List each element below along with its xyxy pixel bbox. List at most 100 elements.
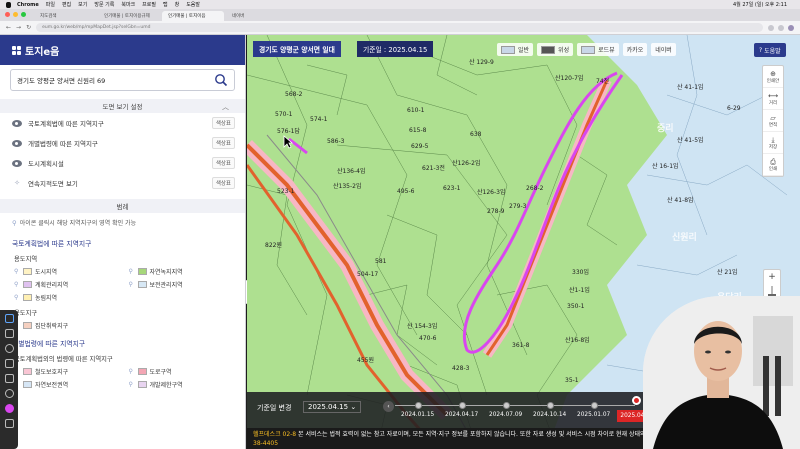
forward-icon[interactable]: → xyxy=(16,24,21,31)
zoom-in-button[interactable]: + xyxy=(768,272,776,282)
menu-item[interactable]: Chrome xyxy=(17,2,39,8)
tool-print-plan[interactable]: ⊕ 인쇄안 xyxy=(763,66,783,88)
plus-circle-icon: ⊕ xyxy=(770,69,776,78)
close-window-icon[interactable] xyxy=(5,12,10,17)
tool-print[interactable]: ⎙ 인쇄 xyxy=(763,154,783,176)
parcel-label: 428-3 xyxy=(452,365,470,372)
tool-area[interactable]: ▱ 면적 xyxy=(763,110,783,132)
back-icon[interactable]: ← xyxy=(6,24,11,31)
map-type-roadview[interactable]: 로드뷰 xyxy=(577,43,619,56)
annotation-toolbar xyxy=(0,310,18,449)
menu-item[interactable]: 방문 기록 xyxy=(94,1,114,8)
parcel-label: 350-1 xyxy=(567,303,585,310)
pin-icon[interactable]: ⚲ xyxy=(129,368,135,375)
settings-tool-icon[interactable] xyxy=(4,419,14,428)
color-table-button[interactable]: 색상표 xyxy=(211,157,235,169)
map-type-satellite[interactable]: 위성 xyxy=(537,43,574,56)
pin-icon[interactable]: ⚲ xyxy=(129,381,135,388)
timeline-point[interactable] xyxy=(459,402,466,409)
line-tool-icon[interactable] xyxy=(4,329,14,338)
search-icon[interactable] xyxy=(214,73,228,87)
legend-subtitle: 용도지역 xyxy=(14,256,38,263)
view-settings-header[interactable]: 도면 보기 설정 ︿ xyxy=(0,99,245,113)
tool-save[interactable]: ⤓ 저장 xyxy=(763,132,783,154)
mouse-cursor-icon xyxy=(283,135,293,149)
legend-item[interactable]: ⚲ 보전관리지역 xyxy=(129,279,232,290)
layer-row[interactable]: 도시계획시설 색상표 xyxy=(0,153,245,173)
parcel-label: 35-1 xyxy=(565,377,579,384)
address-search-input[interactable]: 경기도 양평군 양서면 신원리 69 xyxy=(10,69,235,91)
timeline-current-point[interactable] xyxy=(632,396,641,405)
menu-item[interactable]: 보기 xyxy=(78,1,87,8)
color-table-button[interactable]: 색상표 xyxy=(211,137,235,149)
eye-icon[interactable] xyxy=(12,139,22,147)
timeline-point[interactable] xyxy=(503,402,510,409)
pin-icon[interactable]: ⚲ xyxy=(14,281,20,288)
timeline-point[interactable] xyxy=(591,402,598,409)
pin-icon[interactable]: ⚲ xyxy=(129,281,135,288)
legend-item[interactable]: ⚲ 자연녹지지역 xyxy=(129,266,232,277)
tab-naver[interactable]: 네이버 xyxy=(226,11,288,21)
address-bar[interactable]: eum.go.kr/web/mp/mpMapDet.jsp?selGbn=umd xyxy=(36,23,763,32)
eye-icon[interactable] xyxy=(12,159,22,167)
menu-item[interactable]: 프로필 xyxy=(142,1,156,8)
color-swatch xyxy=(23,268,32,275)
parcel-label: 629-5 xyxy=(411,143,429,150)
pin-icon[interactable]: ⚲ xyxy=(129,268,135,275)
parcel-label: 361-8 xyxy=(512,342,530,349)
timeline-point[interactable] xyxy=(415,402,422,409)
color-table-button[interactable]: 색상표 xyxy=(211,117,235,129)
lasso-tool-icon[interactable] xyxy=(4,314,14,323)
eraser-tool-icon[interactable] xyxy=(4,374,14,383)
date-select[interactable]: 2025.04.15 ⌄ xyxy=(303,401,362,413)
extension-icon[interactable] xyxy=(778,24,784,31)
timeline-point[interactable] xyxy=(547,402,554,409)
legend-item[interactable]: ⚲ 집단취락지구 xyxy=(14,320,119,331)
legend-subtitle: 국토계획법외의 법령에 따른 지역지구 xyxy=(14,356,113,363)
minimize-window-icon[interactable] xyxy=(13,12,18,17)
map-type-naver[interactable]: 네이버 xyxy=(651,43,676,56)
menu-item[interactable]: 도움말 xyxy=(186,1,200,8)
reload-icon[interactable]: ↻ xyxy=(26,24,31,31)
map-type-general[interactable]: 일반 xyxy=(497,43,534,56)
maximize-window-icon[interactable] xyxy=(21,12,26,17)
profile-avatar[interactable] xyxy=(788,24,794,31)
layer-row[interactable]: 국토계획법에 따른 지역지구 색상표 xyxy=(0,113,245,133)
menu-item[interactable]: 파일 xyxy=(46,1,55,8)
eye-icon[interactable] xyxy=(12,119,22,127)
text-tool-icon[interactable] xyxy=(4,359,14,368)
logo[interactable]: 토지e음 xyxy=(25,43,59,58)
extension-icon[interactable] xyxy=(768,24,774,31)
tab-map-search[interactable]: 지도검색 xyxy=(34,11,96,21)
map-type-kakao[interactable]: 카카오 xyxy=(622,43,648,56)
tab-land-regulation[interactable]: 인기매물 | 토지이용규제 xyxy=(98,11,160,21)
layer-row[interactable]: ✧ 연속지적도면 보기 색상표 xyxy=(0,173,245,193)
pen-color-icon[interactable] xyxy=(4,404,14,413)
color-table-button[interactable]: 색상표 xyxy=(211,177,235,189)
tab-land-eum[interactable]: 인기매물 | 토지이음 xyxy=(162,11,224,21)
legend-item[interactable]: ⚲ 자연보전권역 xyxy=(14,379,117,390)
parcel-label: 504-17 xyxy=(357,271,379,278)
circle-tool-icon[interactable] xyxy=(4,344,14,353)
help-button[interactable]: ? 도움말 xyxy=(754,43,786,57)
legend-item[interactable]: ⚲ 철도보호지구 xyxy=(14,366,117,377)
layer-row[interactable]: 개별법령에 따른 지역지구 색상표 xyxy=(0,133,245,153)
legend-item[interactable]: ⚲ 도로구역 xyxy=(129,366,232,377)
parcel-label: 623-1 xyxy=(443,185,461,192)
chevron-up-icon[interactable]: ︿ xyxy=(222,102,229,112)
menu-item[interactable]: 창 xyxy=(175,1,180,8)
legend-item[interactable]: ⚲ 도시지역 xyxy=(14,266,117,277)
apple-icon[interactable] xyxy=(6,1,11,8)
legend-item[interactable]: ⚲ 계획관리지역 xyxy=(14,279,117,290)
timeline-prev-button[interactable]: ‹ xyxy=(383,401,394,412)
undo-tool-icon[interactable] xyxy=(4,389,14,398)
menu-item[interactable]: 편집 xyxy=(62,1,71,8)
legend-item[interactable]: ⚲ 농림지역 xyxy=(14,292,119,303)
legend-item[interactable]: ⚲ 개발제한구역 xyxy=(129,379,232,390)
menu-item[interactable]: 북마크 xyxy=(121,1,135,8)
menu-item[interactable]: 탭 xyxy=(163,1,168,8)
tool-distance[interactable]: ⟷ 거리 xyxy=(763,88,783,110)
pin-icon[interactable]: ⚲ xyxy=(14,294,20,301)
pin-icon[interactable]: ⚲ xyxy=(14,268,20,275)
parcel-label: 576-1답 xyxy=(277,128,300,135)
